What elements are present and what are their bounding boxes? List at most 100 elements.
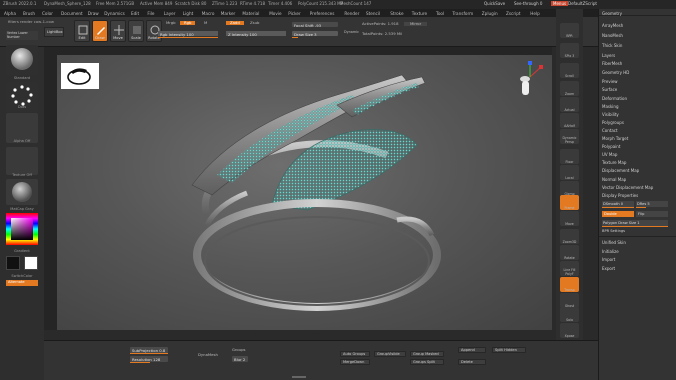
zsub-button[interactable]: Zsub [250,20,259,25]
menu-picker[interactable]: Picker [288,11,300,16]
palette-texture-map[interactable]: Texture Map [602,160,626,165]
rgb-intensity-slider[interactable]: Rgb Intensity 100 [158,31,218,37]
menu-render[interactable]: Render [344,11,359,16]
menu-preferences[interactable]: Preferences [310,11,335,16]
palette-layers[interactable]: Layers [602,53,615,58]
palette-arraymesh[interactable]: ArrayMesh [602,23,623,28]
shelf-spix-3-button[interactable]: SPix 3 [560,43,579,58]
shelf-xpose-button[interactable]: Xpose [560,323,579,338]
menu-texture[interactable]: Texture [412,11,427,16]
menu-document[interactable]: Document [61,11,83,16]
shelf-solo-button[interactable]: Solo [560,307,579,322]
shelf-floor-button[interactable]: Floor [560,149,579,164]
shelf-scroll-button[interactable]: Scroll [560,63,579,78]
palette-vector-displacement-map[interactable]: Vector Displacement Map [602,185,653,190]
palette-fibermesh[interactable]: FiberMesh [602,61,622,66]
flip-button[interactable]: Flip [636,211,668,217]
palette-deformation[interactable]: Deformation [602,96,627,101]
quicksave-button[interactable]: QuickSave [484,1,505,6]
palette-import[interactable]: Import [602,257,615,262]
menu-alpha[interactable]: Alpha [4,11,16,16]
palette-contact[interactable]: Contact [602,128,618,133]
m-button[interactable]: M [204,20,207,25]
delete-button[interactable]: Delete [458,359,486,365]
zadd-button[interactable]: Zadd [226,20,244,26]
focal-shift-slider[interactable]: Focal Shift -93 [292,22,338,28]
palette-visibility[interactable]: Visibility [602,112,619,117]
menu-marker[interactable]: Marker [221,11,235,16]
main-color-swatch[interactable] [6,256,20,270]
groups-button[interactable]: Groups [232,347,246,352]
shelf-move-button[interactable]: Move [560,211,579,226]
palette-geometry-hd[interactable]: Geometry HD [602,70,629,75]
palette-uv-map[interactable]: UV Map [602,152,617,157]
texture-thumbnail[interactable] [6,147,38,175]
menu-stroke[interactable]: Stroke [390,11,403,16]
mrgb-button[interactable]: Mrgb [166,20,176,25]
geometry-section[interactable]: Geometry [599,11,676,16]
shelf-ghost-button[interactable]: Ghost [560,293,579,308]
shelf-transp-button[interactable]: Transp [560,277,579,292]
shelf-frame-button[interactable]: Frame [560,195,579,210]
shelf-actual-button[interactable]: Actual [560,97,579,112]
bottom-scroll-handle[interactable] [292,376,306,378]
palette-displacement-map[interactable]: Displacement Map [602,168,639,173]
vertex-order-button[interactable]: Vertex Lower Number [6,31,38,40]
document-canvas[interactable] [57,55,552,330]
palette-morph-target[interactable]: Morph Target [602,136,628,141]
z-intensity-slider[interactable]: Z Intensity 100 [226,31,286,37]
menu-help[interactable]: Help [530,11,540,16]
menu-transform[interactable]: Transform [452,11,473,16]
menu-zplugin[interactable]: Zplugin [482,11,498,16]
default-zscript-button[interactable]: DefaultZScript [568,1,597,6]
palette-nanomesh[interactable]: NanoMesh [602,33,623,38]
menus-button[interactable]: Menus [551,1,569,7]
shelf-bpr-button[interactable]: BPR [560,23,579,38]
shelf-zoom-button[interactable]: Zoom [560,81,579,96]
move-button[interactable]: Move [110,20,126,42]
shelf-local-button[interactable]: Local [560,165,579,180]
shelf-rotate-button[interactable]: Rotate [560,245,579,260]
group-visible-button[interactable]: GroupVisible [374,351,406,357]
see-through-slider[interactable]: See-through 0 [514,1,542,6]
switch-color-button[interactable]: SwitchColor [0,274,44,278]
menu-draw[interactable]: Draw [88,11,99,16]
menu-dynamics[interactable]: Dynamics [104,11,125,16]
palette-thick-skin[interactable]: Thick Skin [602,43,622,48]
menu-edit[interactable]: Edit [131,11,139,16]
edit-button[interactable]: Edit [74,20,90,42]
menu-macro[interactable]: Macro [202,11,215,16]
palette-polygroups[interactable]: Polygroups [602,120,624,125]
append-button[interactable]: Append [458,347,486,353]
auto-groups-button[interactable]: Auto Groups [340,351,370,357]
menu-movie[interactable]: Movie [269,11,281,16]
scale-button[interactable]: Scale [128,20,144,42]
menu-layer[interactable]: Layer [164,11,176,16]
bpr-settings[interactable]: BPR Settings [602,229,625,233]
dynamesh-button[interactable]: DynaMesh [198,352,218,357]
shelf-gizmo-button[interactable]: Gizmo [560,181,579,196]
palette-masking[interactable]: Masking [602,104,619,109]
navigation-gizmo[interactable] [513,59,547,109]
palette-polypaint[interactable]: Polypaint [602,144,620,149]
rgb-button[interactable]: Rgb [180,20,196,26]
menu-material[interactable]: Material [242,11,259,16]
split-hidden-button[interactable]: Split Hidden [492,347,526,353]
draw-button[interactable]: Draw [92,20,108,42]
shelf-zoom3d-button[interactable]: Zoom3D [560,229,579,244]
menu-file[interactable]: File [147,11,154,16]
palette-normal-map[interactable]: Normal Map [602,177,626,182]
palette-unified-skin[interactable]: Unified Skin [602,240,626,245]
shelf-aahalf-button[interactable]: AAHalf [560,113,579,128]
secondary-color-swatch[interactable] [24,256,38,270]
shelf-line-fill-polyf-button[interactable]: Line Fill PolyF [560,261,579,276]
material-thumbnail[interactable] [6,179,38,205]
menu-color[interactable]: Color [42,11,53,16]
groups-split-button[interactable]: Groups Split [410,359,444,365]
lightbox-button[interactable]: LightBox [44,27,64,37]
menu-stencil[interactable]: Stencil [366,11,380,16]
alternate-button[interactable]: Alternate [6,280,38,286]
draw-size-slider[interactable]: Draw Size 3 [292,31,338,37]
shelf-dynamic-persp-button[interactable]: Dynamic Persp [560,129,579,144]
menu-light[interactable]: Light [183,11,193,16]
